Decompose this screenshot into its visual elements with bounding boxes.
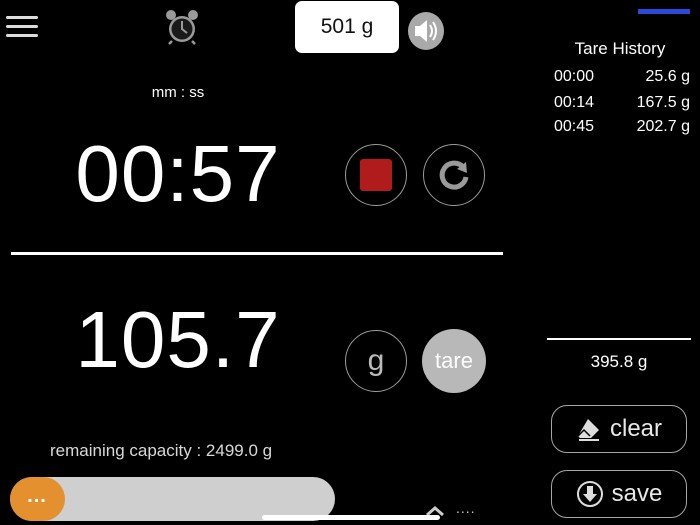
history-time: 00:14 <box>554 94 595 111</box>
accent-bar <box>638 9 690 14</box>
home-indicator <box>262 515 440 520</box>
menu-icon[interactable] <box>6 16 38 42</box>
history-value: 25.6 g <box>645 68 690 85</box>
tare-history-title: Tare History <box>574 39 666 58</box>
remaining-capacity: remaining capacity : 2499.0 g <box>50 441 273 460</box>
section-divider <box>11 252 503 255</box>
reset-icon <box>439 160 469 190</box>
unit-button[interactable]: g <box>345 330 407 392</box>
history-time: 00:45 <box>554 118 595 135</box>
clear-button[interactable]: clear <box>551 405 687 453</box>
history-row: 00:00 25.6 g <box>554 68 690 92</box>
alarm-clock-icon[interactable] <box>163 8 201 46</box>
history-row: 00:45 202.7 g <box>554 118 690 142</box>
tare-total: 395.8 g <box>590 352 648 371</box>
download-icon <box>576 481 603 507</box>
eraser-icon <box>577 419 599 441</box>
timer-display: 00:57 <box>75 129 281 218</box>
history-value: 167.5 g <box>636 94 690 111</box>
progress-handle-label[interactable]: ... <box>10 485 64 508</box>
reset-button[interactable] <box>423 144 485 206</box>
speaker-icon[interactable] <box>407 11 445 51</box>
stop-button[interactable] <box>345 144 407 206</box>
save-button-label: save <box>611 480 663 507</box>
save-button[interactable]: save <box>551 470 687 518</box>
history-divider <box>547 338 691 340</box>
clear-button-label: clear <box>609 415 663 442</box>
history-row: 00:14 167.5 g <box>554 94 690 118</box>
timer-format-label: mm : ss <box>151 84 205 101</box>
more-indicator[interactable]: .... <box>456 500 476 516</box>
target-weight-display[interactable]: 501 g <box>295 1 399 53</box>
history-value: 202.7 g <box>636 118 690 135</box>
history-time: 00:00 <box>554 68 595 85</box>
stop-icon <box>360 159 392 191</box>
tare-button[interactable]: tare <box>422 329 486 393</box>
weight-display: 105.7 <box>75 295 281 384</box>
tare-button-label: tare <box>435 348 473 373</box>
unit-button-label: g <box>367 344 385 377</box>
